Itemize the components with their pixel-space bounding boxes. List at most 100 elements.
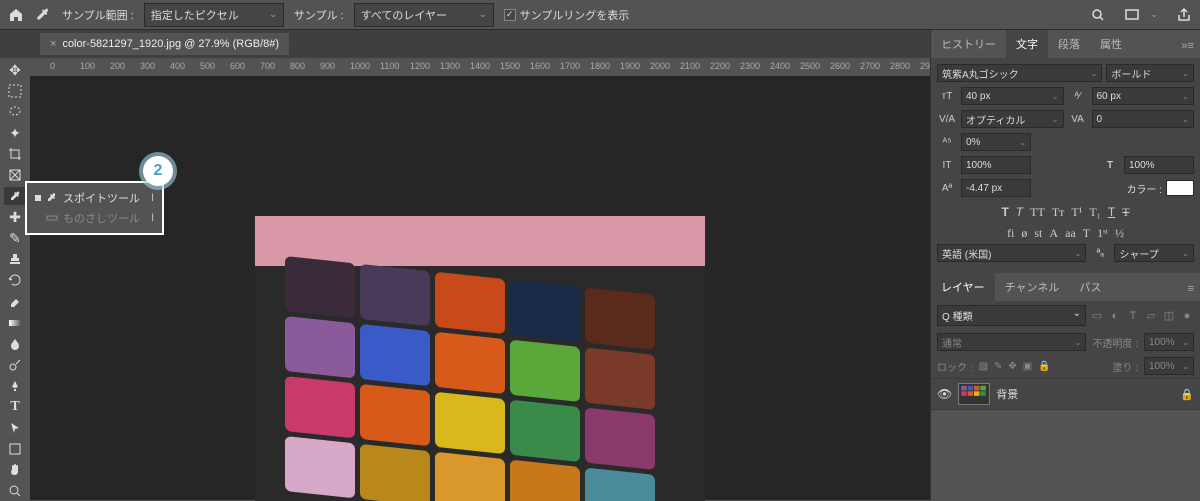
antialiasing-dropdown[interactable]: シャープ⌄: [1114, 244, 1194, 262]
sample-range-dropdown[interactable]: 指定したピクセル⌄: [144, 3, 284, 27]
subscript-button[interactable]: T₁: [1089, 205, 1101, 220]
history-brush-tool-icon[interactable]: [4, 271, 26, 289]
marquee-tool-icon[interactable]: [4, 82, 26, 100]
tab-attributes[interactable]: 属性: [1090, 30, 1132, 58]
lock-artboard-icon[interactable]: ▣: [1023, 361, 1032, 372]
blur-tool-icon[interactable]: [4, 335, 26, 353]
fill-input[interactable]: 100%⌄: [1144, 357, 1194, 375]
lasso-tool-icon[interactable]: [4, 103, 26, 121]
tab-layers[interactable]: レイヤー: [931, 273, 995, 301]
eyedropper-tool-icon[interactable]: [34, 6, 52, 24]
brush-tool-icon[interactable]: ✎: [4, 229, 26, 247]
tab-paths[interactable]: パス: [1069, 273, 1111, 301]
lock-pixels-icon[interactable]: ▧: [979, 361, 988, 372]
layer-row[interactable]: 👁 背景 🔒: [931, 378, 1200, 410]
ordinals2-button[interactable]: 1ˢᵗ: [1097, 226, 1108, 241]
gradient-tool-icon[interactable]: [4, 314, 26, 332]
underline-button[interactable]: T: [1108, 205, 1115, 220]
panel-menu-icon[interactable]: ≡: [1182, 277, 1200, 301]
halves-button[interactable]: ½: [1115, 226, 1124, 241]
ordinals-button[interactable]: ø: [1021, 226, 1027, 241]
shortcut-key: I: [151, 192, 154, 204]
hand-tool-icon[interactable]: [4, 461, 26, 479]
wand-tool-icon[interactable]: ✦: [4, 124, 26, 142]
font-weight-dropdown[interactable]: ボールド⌄: [1106, 64, 1194, 82]
eraser-tool-icon[interactable]: [4, 293, 26, 311]
opacity-input[interactable]: 100%⌄: [1144, 333, 1194, 351]
move-tool-icon[interactable]: ✥: [4, 61, 26, 79]
path-select-tool-icon[interactable]: [4, 419, 26, 437]
pen-tool-icon[interactable]: [4, 377, 26, 395]
bold-button[interactable]: T: [1001, 205, 1008, 220]
home-icon[interactable]: [8, 7, 24, 23]
filter-adjustment-icon[interactable]: ◐: [1108, 309, 1122, 323]
filter-shape-icon[interactable]: ▱: [1144, 309, 1158, 323]
titling-button[interactable]: A: [1049, 226, 1058, 241]
frame-tool-icon[interactable]: [4, 166, 26, 184]
type-tool-icon[interactable]: T: [4, 398, 26, 416]
stamp-tool-icon[interactable]: [4, 250, 26, 268]
document-tab[interactable]: × color-5821297_1920.jpg @ 27.9% (RGB/8#…: [40, 33, 289, 55]
vscale-input[interactable]: 100%: [961, 156, 1031, 174]
screen-mode-icon[interactable]: [1124, 7, 1140, 23]
filter-smart-icon[interactable]: ◫: [1162, 309, 1176, 323]
eyedropper-tool-icon[interactable]: [4, 187, 26, 205]
tab-character[interactable]: 文字: [1006, 30, 1048, 58]
tsume-dropdown[interactable]: 0%⌄: [961, 133, 1031, 151]
aa-icon: ªₐ: [1090, 248, 1110, 259]
kerning-dropdown[interactable]: オプティカル⌄: [961, 110, 1064, 128]
close-icon[interactable]: ×: [50, 38, 56, 50]
shape-tool-icon[interactable]: [4, 440, 26, 458]
ruler-tick: 700: [260, 61, 275, 71]
lock-position-icon[interactable]: ✥: [1008, 361, 1016, 372]
panel-menu-icon[interactable]: »≡: [1175, 34, 1200, 58]
blend-mode-dropdown[interactable]: 通常⌄: [937, 333, 1086, 351]
healing-tool-icon[interactable]: ✚: [4, 208, 26, 226]
filter-image-icon[interactable]: ▭: [1090, 309, 1104, 323]
tab-paragraph[interactable]: 段落: [1048, 30, 1090, 58]
color-swatch[interactable]: [1166, 180, 1194, 196]
lock-brush-icon[interactable]: ✎: [994, 361, 1002, 372]
layer-thumbnail[interactable]: [958, 383, 990, 405]
hscale-input[interactable]: 100%: [1124, 156, 1194, 174]
ruler-tick: 1300: [440, 61, 460, 71]
ruler-tick: 2800: [890, 61, 910, 71]
leading-dropdown[interactable]: 60 px⌄: [1092, 87, 1195, 105]
tab-history[interactable]: ヒストリー: [931, 30, 1006, 58]
font-size-dropdown[interactable]: 40 px⌄: [961, 87, 1064, 105]
stylistic-button[interactable]: st: [1034, 226, 1042, 241]
filter-toggle-icon[interactable]: ●: [1180, 309, 1194, 323]
fractions-button[interactable]: T: [1083, 226, 1090, 241]
share-icon[interactable]: [1176, 7, 1192, 23]
allcaps-button[interactable]: TT: [1030, 205, 1045, 220]
tracking-dropdown[interactable]: 0⌄: [1092, 110, 1195, 128]
search-icon[interactable]: [1090, 7, 1106, 23]
canvas-area[interactable]: [30, 76, 930, 500]
flyout-item-eyedropper[interactable]: スポイトツール I: [31, 188, 158, 208]
crop-tool-icon[interactable]: [4, 145, 26, 163]
layer-name[interactable]: 背景: [996, 386, 1018, 402]
contextual-button[interactable]: aa: [1065, 226, 1076, 241]
filter-type-icon[interactable]: T: [1126, 309, 1140, 323]
lock-icon[interactable]: 🔒: [1180, 388, 1194, 401]
zoom-tool-icon[interactable]: [4, 482, 26, 500]
smallcaps-button[interactable]: Tᴛ: [1052, 205, 1065, 220]
strikethrough-button[interactable]: T: [1122, 205, 1129, 220]
superscript-button[interactable]: T¹: [1071, 205, 1082, 220]
visibility-icon[interactable]: 👁: [937, 387, 952, 401]
tab-channels[interactable]: チャンネル: [995, 273, 1070, 301]
chevron-down-icon[interactable]: ⌄: [1150, 9, 1158, 20]
language-dropdown[interactable]: 英語 (米国)⌄: [937, 244, 1086, 262]
leading-icon: ᴬ⁄: [1068, 91, 1088, 102]
ligatures-button[interactable]: fi: [1007, 226, 1014, 241]
sample-dropdown[interactable]: すべてのレイヤー⌄: [354, 3, 494, 27]
flyout-item-ruler[interactable]: ものさしツール I: [31, 208, 158, 228]
right-panel: ヒストリー 文字 段落 属性 »≡ 筑紫A丸ゴシック⌄ ボールド⌄ тT 40 …: [930, 30, 1200, 500]
baseline-input[interactable]: -4.47 px: [961, 179, 1031, 197]
lock-all-icon[interactable]: 🔒: [1038, 361, 1050, 372]
show-sampling-ring-checkbox[interactable]: ✓ サンプルリングを表示: [504, 7, 630, 23]
font-family-dropdown[interactable]: 筑紫A丸ゴシック⌄: [937, 64, 1102, 82]
italic-button[interactable]: T: [1016, 205, 1023, 220]
layer-filter-dropdown[interactable]: Q 種類⌄: [937, 305, 1086, 326]
dodge-tool-icon[interactable]: [4, 356, 26, 374]
